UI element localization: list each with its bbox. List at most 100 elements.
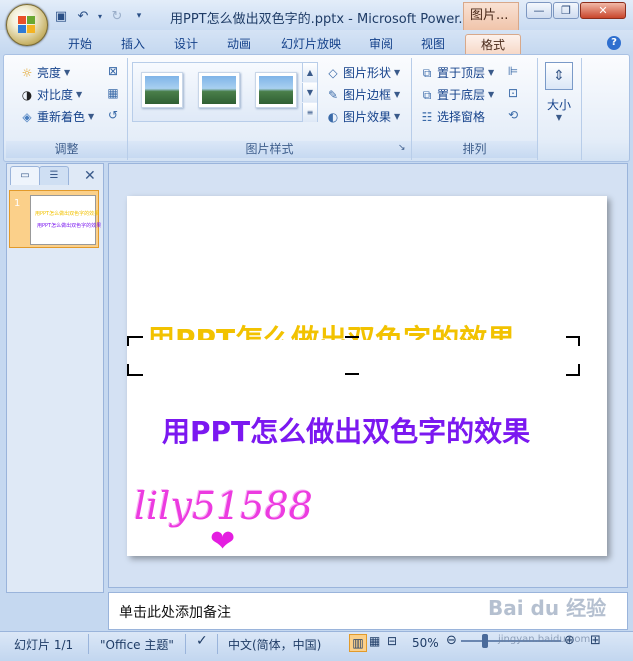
help-icon[interactable]: ?: [607, 36, 621, 50]
contrast-label: 对比度: [37, 88, 74, 102]
theme-name[interactable]: "Office 主题": [100, 636, 174, 653]
context-tab-title: 图片...: [463, 2, 519, 30]
quick-access-toolbar: ▣ ↶ ▾ ↻ ▾: [52, 6, 148, 26]
slideshow-icon[interactable]: ⊟: [387, 634, 397, 648]
language[interactable]: 中文(简体，中国): [228, 636, 321, 653]
picture-style-2[interactable]: [198, 72, 240, 108]
office-logo-icon: [18, 16, 36, 34]
outline-tab-icon: ☰: [49, 170, 59, 181]
save-icon[interactable]: ▣: [52, 7, 70, 25]
reset-picture-icon[interactable]: ↺: [106, 108, 120, 122]
rotate-icon[interactable]: ⟲: [506, 108, 520, 122]
group-adjust: ☼ 亮度 ▼ ◑ 对比度 ▼ ◈ 重新着色 ▼ ⊠ ▦ ↺ 调整: [6, 58, 128, 160]
recolor-label: 重新着色: [37, 110, 86, 124]
send-back-icon: ⧉: [422, 87, 432, 102]
close-pane-icon[interactable]: ✕: [84, 168, 96, 184]
close-button[interactable]: ✕: [580, 2, 626, 19]
picture-shape-button[interactable]: ◇ 图片形状 ▼: [326, 64, 400, 81]
restore-button[interactable]: ❐: [553, 2, 579, 19]
tab-home[interactable]: 开始: [60, 34, 100, 54]
dropdown-arrow-icon: ▼: [488, 68, 495, 77]
zoom-level[interactable]: 50%: [412, 636, 439, 650]
gallery-up-icon[interactable]: ▲: [302, 63, 317, 82]
divider: [185, 634, 186, 654]
selection-corner-tl[interactable]: [127, 336, 143, 346]
thumb-yellow-text: 用PPT怎么做出双色字的效果: [35, 211, 100, 217]
dropdown-arrow-icon: ▼: [555, 113, 563, 122]
contrast-button[interactable]: ◑ 对比度 ▼: [20, 86, 82, 103]
slide-sorter-icon[interactable]: ▦: [369, 634, 380, 648]
divider: [88, 634, 89, 654]
tab-design[interactable]: 设计: [166, 34, 206, 54]
normal-view-icon[interactable]: ▥: [349, 634, 367, 652]
picture-effects-button[interactable]: ◐ 图片效果 ▼: [326, 108, 400, 125]
bring-to-front-button[interactable]: ⧉ 置于顶层 ▼: [420, 64, 494, 81]
undo-icon[interactable]: ↶: [74, 7, 92, 25]
tab-slideshow[interactable]: 幻灯片放映: [272, 34, 350, 54]
picture-style-1[interactable]: [141, 72, 183, 108]
divider: [217, 634, 218, 654]
group-label-arrange: 排列: [412, 141, 537, 158]
slides-tab-icon: ▭: [20, 170, 30, 181]
redo-icon[interactable]: ↻: [108, 7, 126, 25]
dropdown-arrow-icon: ▼: [76, 90, 83, 99]
brightness-button[interactable]: ☼ 亮度 ▼: [20, 64, 71, 81]
dialog-launcher-icon[interactable]: ↘: [398, 143, 406, 153]
picture-border-button[interactable]: ✎ 图片边框 ▼: [326, 86, 400, 103]
send-to-back-button[interactable]: ⧉ 置于底层 ▼: [420, 86, 494, 103]
tab-animations[interactable]: 动画: [219, 34, 259, 54]
compress-pictures-icon[interactable]: ⊠: [106, 64, 120, 78]
dropdown-arrow-icon: ▼: [64, 68, 71, 77]
selection-pane-label: 选择窗格: [437, 110, 486, 124]
size-icon: ⇕: [545, 62, 573, 90]
slides-tab[interactable]: ▭: [10, 166, 40, 185]
thumb-purple-text: 用PPT怎么做出双色字的效果: [37, 223, 102, 229]
align-icon[interactable]: ⊫: [506, 64, 520, 78]
send-to-back-label: 置于底层: [437, 88, 486, 102]
pencil-icon: ✎: [327, 87, 339, 102]
slide-number: 1: [14, 198, 21, 209]
contrast-icon: ◑: [21, 87, 33, 102]
selection-corner-bl[interactable]: [127, 364, 143, 376]
recolor-button[interactable]: ◈ 重新着色 ▼: [20, 108, 94, 125]
recolor-icon: ◈: [22, 109, 32, 124]
outline-tab[interactable]: ☰: [39, 166, 69, 185]
fit-window-icon[interactable]: ⊞: [590, 633, 601, 648]
spellcheck-icon[interactable]: ✓: [196, 633, 208, 649]
purple-title-text[interactable]: 用PPT怎么做出双色字的效果: [162, 410, 530, 450]
selection-corner-tr[interactable]: [566, 336, 580, 346]
slide-thumbnail[interactable]: 用PPT怎么做出双色字的效果 用PPT怎么做出双色字的效果: [30, 195, 101, 245]
baidu-watermark: Bai du 经验: [488, 596, 607, 620]
undo-dropdown-icon[interactable]: ▾: [96, 7, 104, 25]
dropdown-arrow-icon: ▼: [394, 90, 401, 99]
bring-to-front-label: 置于顶层: [437, 66, 486, 80]
sun-icon: ☼: [21, 65, 33, 80]
dropdown-arrow-icon: ▼: [488, 90, 495, 99]
minimize-button[interactable]: —: [526, 2, 552, 19]
size-button[interactable]: ⇕ 大小 ▼: [543, 62, 575, 122]
office-button[interactable]: [6, 4, 48, 46]
tab-format[interactable]: 格式: [465, 34, 521, 55]
selection-pane-button[interactable]: ☷ 选择窗格: [420, 108, 485, 125]
author-watermark: lily51588: [134, 484, 313, 528]
selection-handle-top[interactable]: [345, 336, 359, 338]
heart-icon: ❤: [210, 524, 236, 559]
selection-handle-bottom[interactable]: [345, 373, 359, 375]
tab-insert[interactable]: 插入: [113, 34, 153, 54]
picture-effects-label: 图片效果: [343, 110, 392, 124]
gallery-down-icon[interactable]: ▼: [302, 83, 317, 102]
change-picture-icon[interactable]: ▦: [106, 86, 120, 100]
tab-review[interactable]: 审阅: [361, 34, 401, 54]
selection-corner-br[interactable]: [566, 364, 580, 376]
notes-placeholder[interactable]: 单击此处添加备注: [119, 602, 231, 622]
zoom-slider-knob[interactable]: [482, 634, 488, 648]
zoom-out-icon[interactable]: ⊖: [446, 633, 457, 648]
baidu-url: jingyan.baidu.com: [498, 634, 591, 645]
group-label-adjust: 调整: [6, 141, 127, 158]
tab-view[interactable]: 视图: [413, 34, 453, 54]
gallery-more-icon[interactable]: ≡: [302, 103, 317, 122]
group-objects-icon[interactable]: ⊡: [506, 86, 520, 100]
picture-style-3[interactable]: [255, 72, 297, 108]
shape-icon: ◇: [328, 65, 338, 80]
customize-qat-icon[interactable]: ▾: [130, 7, 148, 25]
